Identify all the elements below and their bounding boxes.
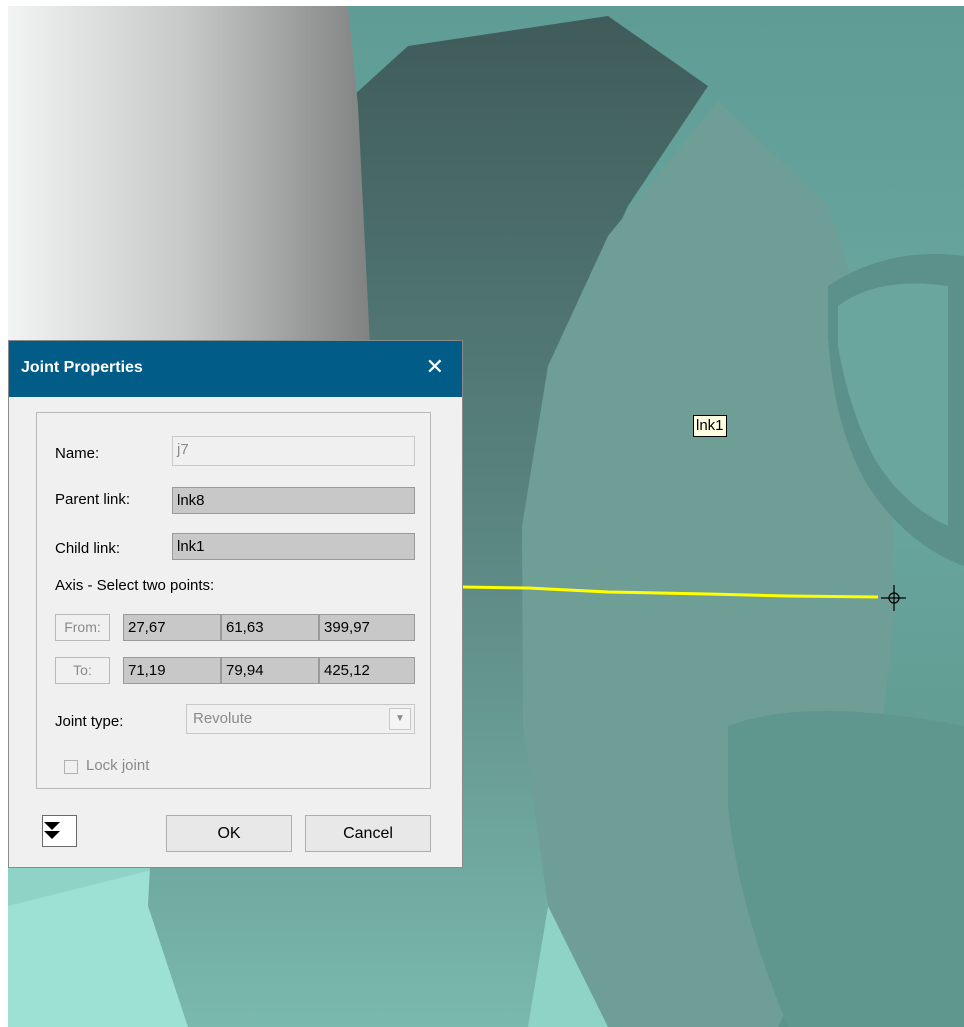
parent-link-field: lnk8 [172, 487, 415, 514]
child-link-field: lnk1 [172, 533, 415, 560]
chevron-down-icon[interactable]: ▼ [389, 708, 411, 730]
joint-properties-dialog: Joint Properties ✕ Name: j7 Parent link:… [8, 340, 463, 868]
from-button[interactable]: From: [55, 614, 110, 641]
name-field[interactable]: j7 [172, 436, 415, 466]
3d-viewport[interactable]: lnk1 Joint Properties ✕ Name: j7 Parent … [8, 6, 964, 1027]
expand-button[interactable] [42, 815, 77, 847]
double-down-arrow-icon [44, 822, 60, 839]
to-button[interactable]: To: [55, 657, 110, 684]
from-y-field: 61,63 [221, 614, 319, 641]
joint-type-label: Joint type: [55, 713, 124, 730]
to-x-field: 71,19 [123, 657, 221, 684]
parent-link-label: Parent link: [55, 491, 131, 508]
to-z-field: 425,12 [319, 657, 415, 684]
to-y-field: 79,94 [221, 657, 319, 684]
axis-label: Axis - Select two points: [55, 577, 215, 594]
close-icon[interactable]: ✕ [426, 355, 444, 379]
lock-joint-checkbox[interactable] [64, 760, 78, 774]
dialog-title: Joint Properties [21, 359, 143, 376]
from-z-field: 399,97 [319, 614, 415, 641]
joint-type-value: Revolute [193, 710, 253, 727]
lock-joint-label: Lock joint [86, 757, 150, 774]
from-x-field: 27,67 [123, 614, 221, 641]
link-tooltip: lnk1 [693, 415, 727, 437]
cancel-button[interactable]: Cancel [305, 815, 431, 852]
ok-button[interactable]: OK [166, 815, 292, 852]
joint-type-select[interactable]: Revolute ▼ [186, 704, 415, 734]
child-link-label: Child link: [55, 540, 121, 557]
name-label: Name: [55, 445, 100, 462]
dialog-titlebar[interactable]: Joint Properties ✕ [9, 341, 462, 397]
